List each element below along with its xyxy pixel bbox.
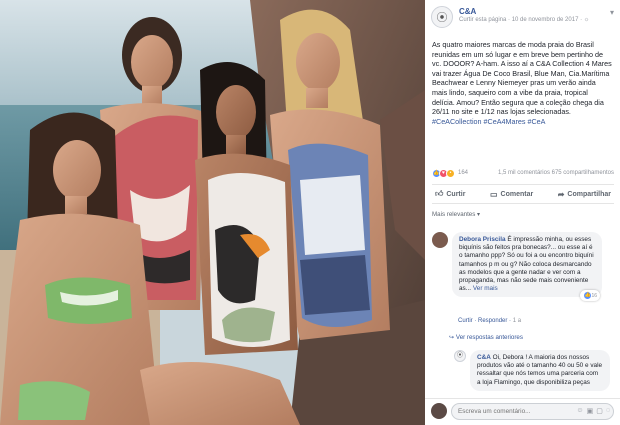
comment-time[interactable]: 1 a [513, 318, 521, 324]
comment-share-stats[interactable]: 1,5 mil comentários 675 compartilhamento… [498, 170, 614, 176]
reply-author[interactable]: C&A [477, 354, 491, 361]
post-photo[interactable] [0, 0, 425, 425]
avatar[interactable] [432, 232, 448, 248]
camera-icon[interactable]: ▣ [587, 407, 594, 415]
swimwear-models-photo [0, 0, 425, 425]
comment-reactions[interactable]: 👍 16 [580, 290, 600, 302]
see-more-link[interactable]: Ver mais [473, 285, 498, 292]
speech-bubble-icon: ▭ [489, 189, 498, 199]
like-label: Curtir [446, 190, 466, 198]
reply-bubble: C&A Oi, Debora ! A maioria dos nossos pr… [470, 350, 610, 391]
post-text: As quatro maiores marcas de moda praia d… [432, 40, 612, 126]
comment-like-link[interactable]: Curtir [458, 318, 473, 324]
share-label: Compartilhar [567, 190, 611, 198]
thumbs-up-icon: 👍︎ [435, 189, 444, 198]
reaction-count[interactable]: 164 [458, 170, 468, 176]
comment-sort-dropdown[interactable]: Mais relevantes ▾ [432, 211, 480, 218]
chevron-down-icon[interactable]: ▾ [610, 8, 614, 17]
comment-composer: ☺ ▣ ▢ ◌ [425, 398, 620, 425]
comment-reply: ⦿ C&A Oi, Debora ! A maioria dos nossos … [454, 350, 614, 398]
reply-text: Oi, Debora ! A maioria dos nossos produt… [477, 354, 603, 386]
post-body: As quatro maiores marcas de moda praia d… [432, 40, 612, 117]
share-button[interactable]: ➦ Compartilhar [555, 190, 614, 199]
wow-reaction-icon: • [446, 169, 455, 178]
post-side-panel: ⦿ C&A Curtir esta página · 10 de novembr… [425, 0, 620, 425]
comment-reply-link[interactable]: Responder [478, 318, 507, 324]
comment-text: É impressão minha, ou esses biquínis são… [459, 236, 594, 293]
composer-icons: ☺ ▣ ▢ ◌ [576, 407, 610, 415]
post-header: ⦿ C&A Curtir esta página · 10 de novembr… [431, 6, 616, 34]
comment-author[interactable]: Debora Priscila [459, 236, 506, 243]
comment-actions: Curtir · Responder · 1 a [458, 318, 522, 324]
comment-button[interactable]: ▭ Comentar [487, 190, 536, 199]
avatar[interactable] [431, 403, 447, 419]
ca-logo-icon[interactable]: ⦿ [454, 350, 466, 362]
comment-bubble: Debora Priscila É impressão minha, ou es… [452, 232, 602, 302]
post-actions: 👍︎ Curtir ▭ Comentar ➦ Compartilhar [432, 184, 614, 204]
post-hashtags[interactable]: #CeACollection #CeA4Mares #CeA [432, 117, 545, 126]
see-previous-replies-link[interactable]: ↪ Ver respostas anteriores [449, 334, 523, 341]
comment-label: Comentar [500, 190, 534, 198]
sticker-icon[interactable]: ◌ [606, 407, 610, 415]
share-arrow-icon: ➦ [557, 189, 565, 199]
comment-reaction-count: 16 [591, 292, 597, 299]
reactions-bar: 👍 ♥ • 164 1,5 mil comentários 675 compar… [432, 168, 614, 180]
post-meta: Curtir esta página · 10 de novembro de 2… [459, 17, 590, 23]
like-button[interactable]: 👍︎ Curtir [432, 189, 468, 199]
reaction-icons[interactable]: 👍 ♥ • [432, 169, 455, 178]
gif-icon[interactable]: ▢ [596, 407, 603, 415]
page-name-link[interactable]: C&A [459, 7, 476, 16]
ca-logo-icon[interactable]: ⦿ [431, 6, 453, 28]
emoji-icon[interactable]: ☺ [576, 407, 583, 415]
comment: Debora Priscila É impressão minha, ou es… [432, 232, 614, 332]
